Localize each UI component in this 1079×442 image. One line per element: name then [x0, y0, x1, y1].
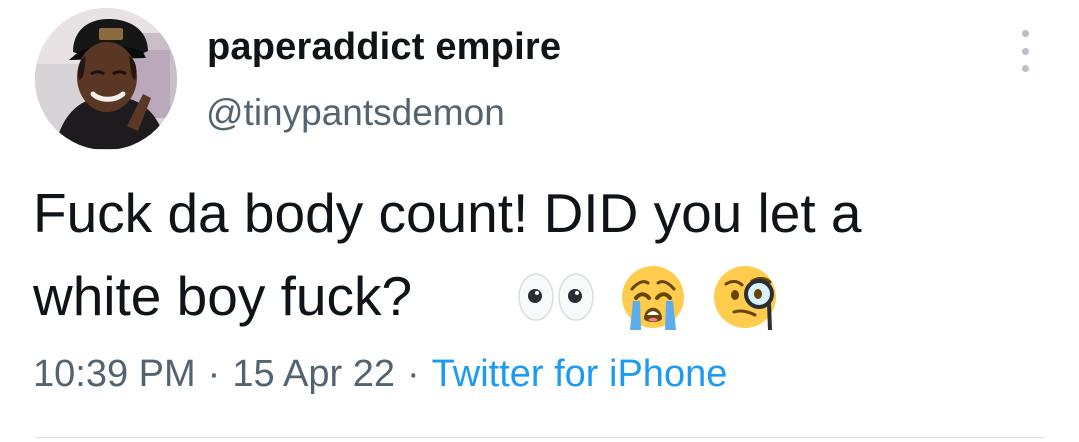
author-handle[interactable]: @tinypantsdemon: [206, 92, 505, 134]
tweet-card: paperaddict empire @tinypantsdemon Fuck …: [0, 0, 1079, 442]
tweet-text-line-1: Fuck da body count! DID you let a: [33, 182, 862, 244]
tweet-time[interactable]: 10:39 PM: [33, 353, 196, 395]
more-dot-icon: [1021, 65, 1029, 72]
eyes-icon: [518, 273, 594, 321]
divider: [35, 437, 1045, 438]
meta-separator: ·: [207, 353, 221, 395]
avatar[interactable]: [35, 8, 177, 150]
profile-photo: [35, 8, 177, 150]
tweet-meta: 10:39 PM · 15 Apr 22 · Twitter for iPhone: [33, 353, 727, 396]
emoji-group: [518, 264, 788, 330]
tweet-date[interactable]: 15 Apr 22: [232, 353, 395, 395]
author-display-name[interactable]: paperaddict empire: [207, 26, 561, 69]
more-dot-icon: [1021, 30, 1029, 37]
crying-face-icon: [622, 266, 684, 330]
more-options-button[interactable]: [1012, 30, 1038, 72]
meta-separator: ·: [407, 353, 420, 395]
face-with-monocle-icon: [714, 266, 776, 330]
more-dot-icon: [1021, 47, 1029, 55]
tweet-source-link[interactable]: Twitter for iPhone: [432, 353, 728, 395]
